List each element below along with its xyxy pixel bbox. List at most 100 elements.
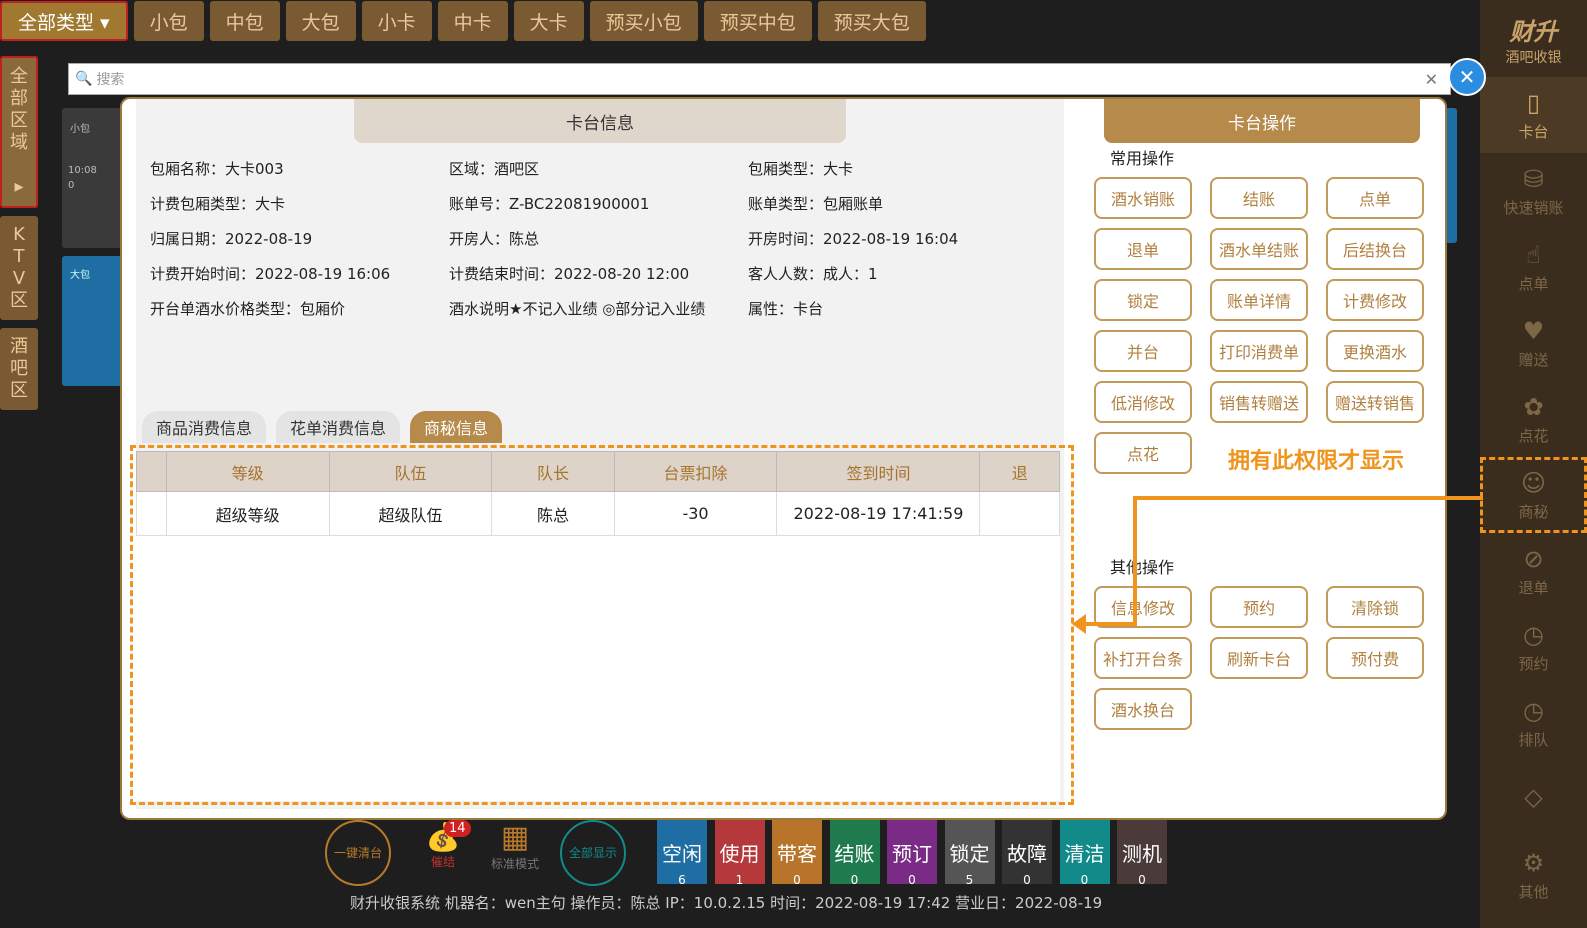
search-input[interactable]: 🔍 搜索 ✕ (68, 63, 1451, 95)
status-filter[interactable]: 结账 0 (829, 820, 880, 887)
status-filter[interactable]: 测机 0 (1117, 820, 1167, 887)
info-tab[interactable]: 花单消费信息 (276, 411, 401, 443)
status-filter[interactable]: 空闲 6 (657, 820, 707, 887)
type-tab[interactable]: 中卡 (437, 1, 508, 41)
operation-button[interactable]: 更换酒水 (1326, 330, 1424, 372)
nav-label: 商秘 (1518, 502, 1549, 521)
nav-item[interactable]: ☝ 点单 (1480, 229, 1587, 305)
clear-icon[interactable]: ✕ (1425, 70, 1438, 89)
operation-button[interactable]: 账单详情 (1210, 279, 1308, 321)
operation-button[interactable]: 预付费 (1326, 637, 1424, 679)
operation-button[interactable]: 预约 (1210, 586, 1308, 628)
info-field: 开房人：陈总 (449, 230, 540, 248)
status-filter[interactable]: 使用 1 (714, 820, 765, 887)
operation-button[interactable]: 点单 (1326, 177, 1424, 219)
info-field: 开台单酒水价格类型：包厢价 (150, 300, 346, 318)
info-field: 账单类型：包厢账单 (748, 195, 884, 213)
zone-tab[interactable]: 全部区域 ▸ (0, 56, 38, 208)
nav-item[interactable]: ☺ 商秘 (1480, 457, 1587, 533)
nav-icon: ⛁ (1523, 164, 1544, 193)
type-tab[interactable]: 大卡 (513, 1, 584, 41)
room-card-label: 小包 (70, 124, 90, 135)
room-card-time: 10:08 (68, 165, 97, 176)
info-field: 计费结束时间：2022-08-20 12:00 (449, 265, 690, 283)
nav-label: 退单 (1518, 578, 1549, 597)
operation-button[interactable]: 酒水换台 (1094, 688, 1192, 730)
right-nav: 财升 酒吧收银 ▯ 卡台 ⛁ 快速销账 ☝ 点单 ♥ 赠送 ✿ 点花 ☺ 商秘 ⊘ 退单 ◷ 预约 ◷ 排队 ◇ ⚙ 其… (1480, 0, 1587, 928)
type-tab[interactable]: 大包 (285, 1, 356, 41)
nav-label: 赠送 (1518, 350, 1549, 369)
info-field: 区域：酒吧区 (449, 160, 540, 178)
type-tab[interactable]: 预买大包 (817, 1, 926, 41)
info-row: 开台单酒水价格类型：包厢价 酒水说明★不记入业绩 ◎部分记入业绩 属性：卡台 (136, 291, 1064, 326)
info-field: 计费开始时间：2022-08-19 16:06 (150, 265, 391, 283)
status-count: 0 (1080, 873, 1089, 887)
nav-icon: ☝ (1526, 240, 1541, 269)
status-filter[interactable]: 预订 0 (887, 820, 937, 887)
operation-button[interactable]: 清除锁 (1326, 586, 1424, 628)
type-tab[interactable]: 预买小包 (589, 1, 698, 41)
nav-item[interactable]: ◇ (1480, 761, 1587, 837)
brand-subtitle: 酒吧收银 (1505, 50, 1562, 66)
operation-button[interactable]: 打印消费单 (1210, 330, 1308, 372)
info-field: 归属日期：2022-08-19 (150, 230, 313, 248)
mode-button[interactable]: ▦ 标准模式 (490, 820, 540, 872)
operation-button[interactable]: 后结换台 (1326, 228, 1424, 270)
show-all-button[interactable]: 全部显示 (560, 820, 626, 886)
nav-label: 快速销账 (1503, 198, 1564, 217)
room-card-large[interactable]: 大包 (62, 256, 124, 386)
reminder-button[interactable]: 💰 催结 14 (418, 820, 471, 870)
status-line: 财升收银系统 机器名：wen主句 操作员：陈总 IP：10.0.2.15 时间：… (350, 894, 1103, 912)
nav-item[interactable]: ⊘ 退单 (1480, 533, 1587, 609)
type-tab[interactable]: 全部类型 ▾ (0, 1, 128, 41)
close-button[interactable]: ✕ (1448, 58, 1486, 96)
clear-all-button[interactable]: 一键清台 (325, 820, 391, 886)
nav-icon: ◷ (1523, 696, 1544, 725)
operation-button[interactable]: 酒水销账 (1094, 177, 1192, 219)
nav-item[interactable]: ⛁ 快速销账 (1480, 153, 1587, 229)
info-field: 属性：卡台 (748, 300, 824, 318)
status-filter[interactable]: 锁定 5 (944, 820, 995, 887)
operation-button[interactable]: 低消修改 (1094, 381, 1192, 423)
zone-tab[interactable]: KTV区 (0, 216, 38, 320)
operation-button[interactable]: 赠送转销售 (1326, 381, 1424, 423)
operation-button[interactable]: 点花 (1094, 432, 1192, 474)
operation-button[interactable]: 计费修改 (1326, 279, 1424, 321)
operation-button[interactable]: 退单 (1094, 228, 1192, 270)
zone-column: 全部区域 ▸ K T V 区酒吧区 (0, 56, 38, 418)
status-count: 1 (735, 873, 744, 887)
nav-label: 卡台 (1518, 122, 1549, 141)
operation-button[interactable]: 并台 (1094, 330, 1192, 372)
info-field: 包厢类型：大卡 (748, 160, 854, 178)
nav-item[interactable]: ◷ 预约 (1480, 609, 1587, 685)
zone-tab[interactable]: 酒吧区 (0, 328, 38, 410)
room-card-label: 大包 (70, 270, 90, 281)
nav-item[interactable]: ✿ 点花 (1480, 381, 1587, 457)
type-tab[interactable]: 预买中包 (703, 1, 812, 41)
info-tab[interactable]: 商品消费信息 (142, 411, 267, 443)
operation-button[interactable]: 销售转赠送 (1210, 381, 1308, 423)
status-filter[interactable]: 清洁 0 (1059, 820, 1110, 887)
operation-button[interactable]: 酒水单结账 (1210, 228, 1308, 270)
other-ops-label: 其他操作 (1110, 558, 1175, 577)
operation-button[interactable]: 锁定 (1094, 279, 1192, 321)
nav-item[interactable]: ▯ 卡台 (1480, 77, 1587, 153)
status-label: 使用 (719, 842, 760, 866)
room-card-small[interactable]: 小包 10:08 0 (62, 108, 124, 248)
bottom-bar: 一键清台 💰 催结 14 ▦ 标准模式 全部显示 空闲 6 使用 1 带客 0 结账 0 预订 0… (170, 820, 1480, 928)
status-filter[interactable]: 带客 0 (772, 820, 822, 887)
nav-item[interactable]: ♥ 赠送 (1480, 305, 1587, 381)
type-tab[interactable]: 小卡 (361, 1, 432, 41)
nav-item[interactable]: ⚙ 其他 (1480, 837, 1587, 913)
operation-button[interactable]: 结账 (1210, 177, 1308, 219)
operation-button[interactable]: 刷新卡台 (1210, 637, 1308, 679)
status-filter[interactable]: 故障 0 (1002, 820, 1052, 887)
nav-label: 排队 (1518, 730, 1549, 749)
type-tab[interactable]: 中包 (209, 1, 280, 41)
type-tab[interactable]: 小包 (133, 1, 204, 41)
info-tab[interactable]: 商秘信息 (410, 411, 503, 443)
nav-icon: ⊘ (1523, 544, 1544, 573)
info-row: 计费开始时间：2022-08-19 16:06 计费结束时间：2022-08-20… (136, 256, 1064, 291)
operation-button[interactable]: 补打开台条 (1094, 637, 1192, 679)
nav-item[interactable]: ◷ 排队 (1480, 685, 1587, 761)
